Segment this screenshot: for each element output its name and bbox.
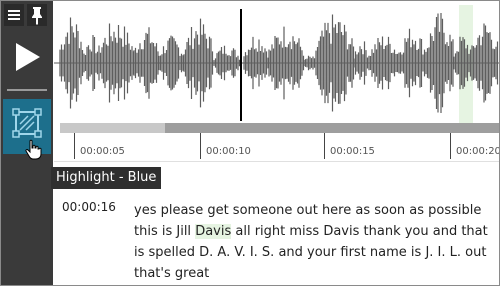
waveform-panel[interactable]: 00:00:05 00:00:10 00:00:15 00:00:20 [54, 1, 499, 161]
waveform-bars [54, 13, 499, 113]
menu-button[interactable] [4, 4, 24, 26]
tooltip: Highlight - Blue [51, 167, 162, 189]
pin-icon [32, 7, 42, 25]
play-icon [16, 43, 40, 71]
toolbar-separator [7, 89, 47, 91]
pin-button[interactable] [27, 4, 47, 26]
timeline-ruler[interactable]: 00:00:05 00:00:10 00:00:15 00:00:20 [54, 133, 499, 161]
timeline-label: 00:00:15 [330, 146, 375, 157]
timeline-tick [74, 133, 75, 159]
timeline-tick [200, 133, 201, 159]
hamburger-icon [8, 10, 20, 12]
transcription-editor: 00:00:05 00:00:10 00:00:15 00:00:20 00:0… [0, 0, 500, 286]
progress-bar-played [60, 123, 165, 133]
timeline-tick [450, 133, 451, 159]
hamburger-icon-bar [8, 14, 20, 16]
hamburger-icon-bar [8, 18, 20, 20]
panel-divider [54, 161, 499, 162]
hand-cursor-icon [25, 139, 43, 165]
timeline-label: 00:00:20 [456, 146, 500, 157]
play-button[interactable] [3, 29, 51, 85]
timeline-tick [324, 133, 325, 159]
waveform[interactable] [54, 1, 499, 123]
timeline-label: 00:00:05 [80, 146, 125, 157]
timeline-label: 00:00:10 [206, 146, 251, 157]
highlighted-word[interactable]: Davis [195, 224, 232, 239]
segment-timestamp[interactable]: 00:00:16 [62, 200, 116, 214]
left-toolbar [1, 1, 53, 285]
segment-text[interactable]: yes please get someone out here as soon … [134, 200, 489, 284]
transcript-panel: 00:00:16 yes please get someone out here… [54, 191, 499, 285]
